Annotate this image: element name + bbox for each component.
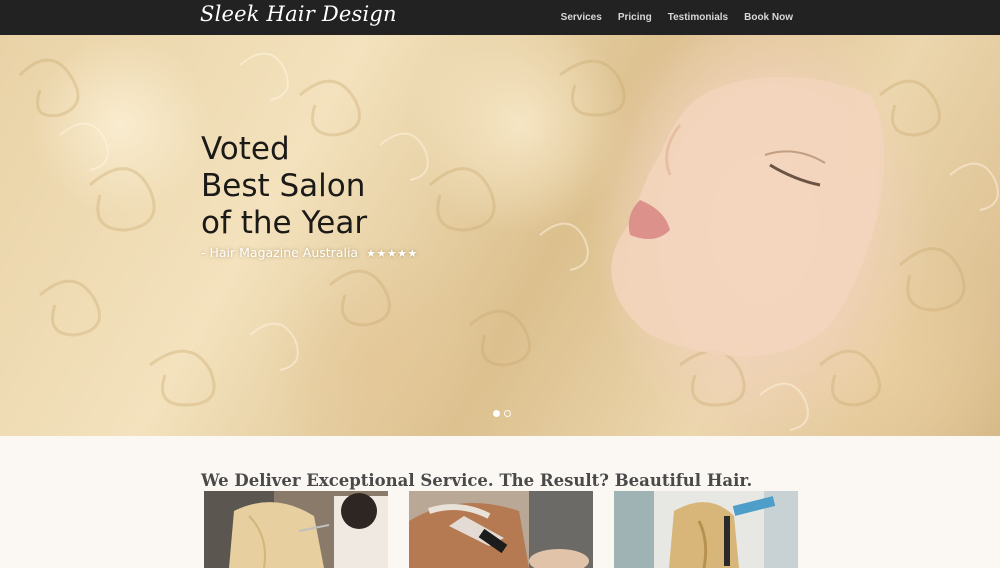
award-source-text: - Hair Magazine Australia xyxy=(201,245,359,260)
hero-headline: Voted Best Salon of the Year xyxy=(201,131,531,242)
top-navbar: Sleek Hair Design Services Pricing Testi… xyxy=(0,0,1000,35)
hero-headline-line-1: Voted xyxy=(201,131,290,167)
service-image-cutting xyxy=(204,491,388,568)
service-image-coloring xyxy=(409,491,593,568)
slider-dot-1[interactable] xyxy=(493,410,500,417)
nav-link-services[interactable]: Services xyxy=(561,12,602,23)
nav-link-testimonials[interactable]: Testimonials xyxy=(668,12,728,23)
services-heading: We Deliver Exceptional Service. The Resu… xyxy=(201,470,753,490)
site-logo[interactable]: Sleek Hair Design xyxy=(200,2,397,26)
hero-slider: Voted Best Salon of the Year - Hair Maga… xyxy=(0,35,1000,436)
hero-award-source: - Hair Magazine Australia ★★★★★ xyxy=(201,245,418,260)
nav-link-pricing[interactable]: Pricing xyxy=(618,12,652,23)
slider-pagination xyxy=(493,410,511,417)
slider-dot-2[interactable] xyxy=(504,410,511,417)
main-nav: Services Pricing Testimonials Book Now xyxy=(561,0,793,35)
nav-link-book-now[interactable]: Book Now xyxy=(744,12,793,23)
hero-headline-line-3: of the Year xyxy=(201,205,368,241)
service-image-styling xyxy=(614,491,798,568)
five-star-rating-icon: ★★★★★ xyxy=(366,247,418,260)
hero-headline-line-2: Best Salon xyxy=(201,168,366,204)
